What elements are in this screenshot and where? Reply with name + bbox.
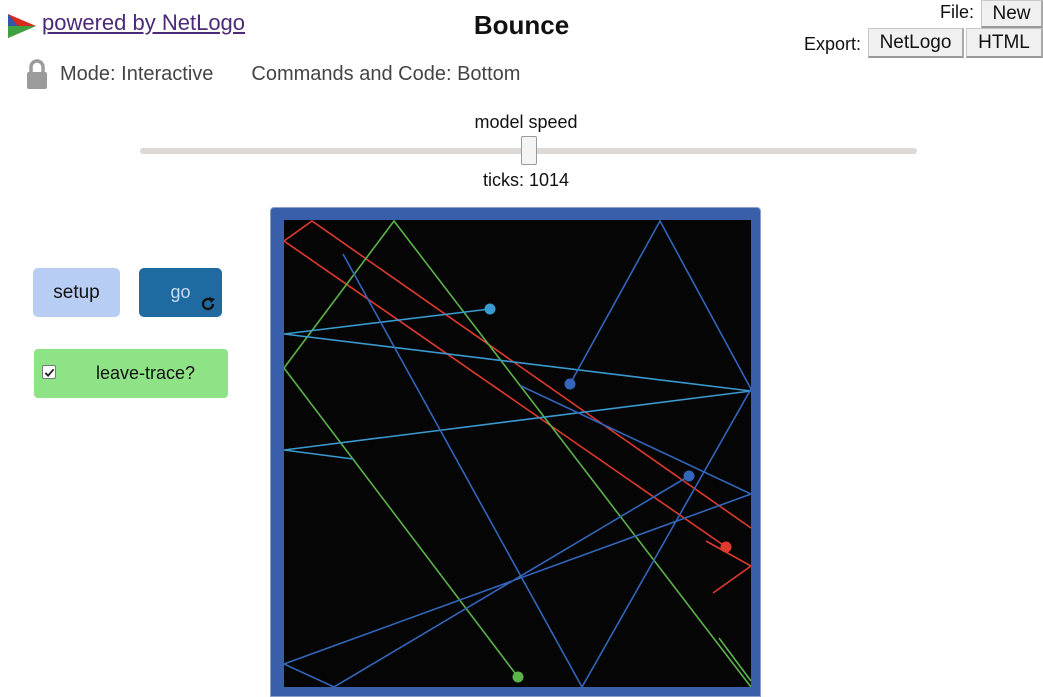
blue-turtle-2 [683, 470, 695, 482]
blue-turtle [564, 378, 576, 390]
lock-icon[interactable] [24, 58, 50, 90]
leave-trace-checkbox[interactable] [42, 365, 56, 379]
export-label: Export: [804, 34, 862, 54]
export-html-button[interactable]: HTML [966, 28, 1043, 58]
cyan-turtle [484, 303, 496, 315]
powered-by-text[interactable]: powered by NetLogo [42, 10, 245, 36]
model-speed-label: model speed [474, 112, 578, 132]
red-turtle [720, 541, 732, 553]
powered-by-netlogo-link[interactable]: powered by NetLogo [6, 10, 245, 40]
export-netlogo-button[interactable]: NetLogo [868, 28, 964, 58]
go-button[interactable]: go [139, 268, 222, 317]
commands-code-toggle[interactable]: Commands and Code: Bottom [251, 63, 520, 86]
setup-button[interactable]: setup [33, 268, 120, 317]
mode-toggle[interactable]: Mode: Interactive [60, 63, 213, 86]
forever-icon [201, 297, 215, 311]
setup-button-label: setup [53, 281, 100, 303]
world-view[interactable] [270, 207, 761, 697]
new-button[interactable]: New [981, 0, 1043, 28]
netlogo-logo-icon [8, 14, 36, 38]
mode-bar: Mode: Interactive Commands and Code: Bot… [24, 58, 520, 90]
world-canvas[interactable] [284, 220, 751, 687]
leave-trace-label: leave-trace? [96, 363, 196, 383]
leave-trace-switch[interactable]: leave-trace? [34, 349, 228, 398]
green-turtle [512, 671, 524, 683]
file-label: File: [940, 2, 975, 22]
checkmark-icon [44, 368, 54, 377]
go-button-label: go [170, 282, 191, 302]
ticks-counter: ticks: 1014 [482, 170, 570, 190]
speed-slider-thumb[interactable] [521, 136, 537, 165]
